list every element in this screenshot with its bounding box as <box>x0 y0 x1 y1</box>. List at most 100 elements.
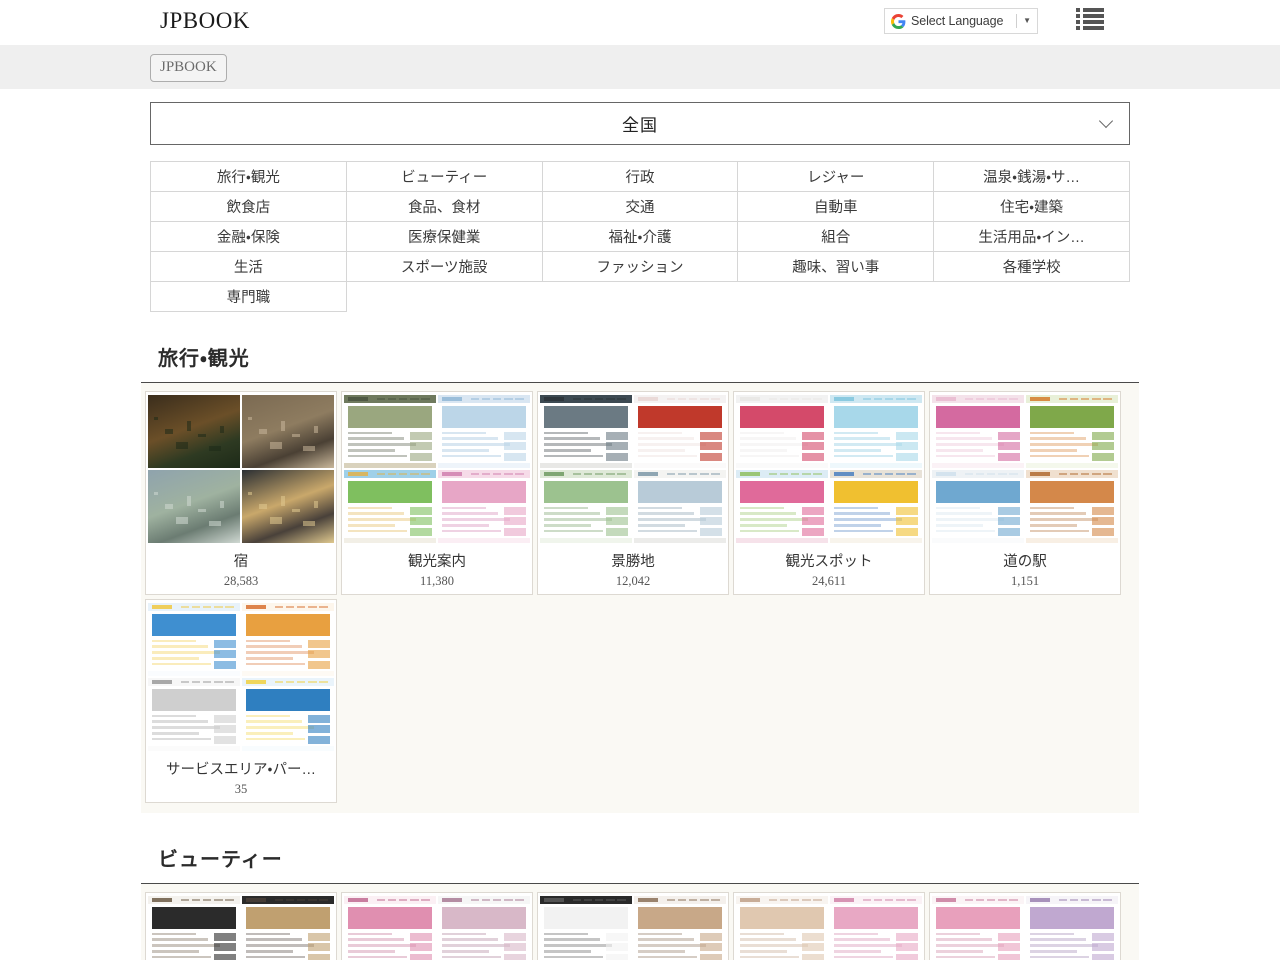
category-cell[interactable]: 交通 <box>542 192 738 222</box>
region-select-wrap: 全国 <box>0 89 1280 145</box>
category-cell[interactable]: ファッション <box>542 252 738 282</box>
site-screenshot-tile <box>830 470 922 543</box>
list-icon-row <box>1076 20 1104 24</box>
list-icon-row <box>1076 8 1104 12</box>
table-row: 専門職 <box>151 282 1130 312</box>
category-cell[interactable]: 医療保健業 <box>346 222 542 252</box>
category-cell[interactable]: 旅行・観光 <box>151 162 347 192</box>
thumbnail-tile <box>438 395 530 468</box>
category-card[interactable] <box>537 892 729 960</box>
card-thumbnail <box>148 395 334 543</box>
card-thumbnail <box>736 896 922 960</box>
card-label: 観光案内 <box>408 550 466 571</box>
site-screenshot-tile <box>736 470 828 543</box>
category-cell[interactable]: 自動車 <box>738 192 934 222</box>
thumbnail-tile <box>1026 896 1118 960</box>
table-row: 飲食店 食品、食材 交通 自動車 住宅・建築 <box>151 192 1130 222</box>
category-table-body: 旅行・観光 ビューティー 行政 レジャー 温泉・銭湯・サ… 飲食店 食品、食材 … <box>151 162 1130 312</box>
category-cell[interactable]: 組合 <box>738 222 934 252</box>
category-cell[interactable]: ビューティー <box>346 162 542 192</box>
thumbnail-tile <box>634 896 726 960</box>
card-thumbnail <box>932 395 1118 543</box>
thumbnail-tile <box>438 470 530 543</box>
category-cell[interactable]: 金融・保険 <box>151 222 347 252</box>
thumbnail-tile <box>242 896 334 960</box>
thumbnail-tile <box>736 896 828 960</box>
thumbnail-tile <box>438 896 530 960</box>
translate-label: Select Language <box>911 14 1003 28</box>
thumbnail-tile <box>242 470 334 543</box>
category-cell[interactable]: 住宅・建築 <box>934 192 1130 222</box>
site-screenshot-tile <box>242 603 334 676</box>
table-row: 金融・保険 医療保健業 福祉・介護 組合 生活用品・イン… <box>151 222 1130 252</box>
site-screenshot-tile <box>736 395 828 468</box>
thumbnail-tile <box>736 395 828 468</box>
breadcrumb-item-jpbook[interactable]: JPBOOK <box>150 54 227 82</box>
site-screenshot-tile <box>932 395 1024 468</box>
category-cell[interactable]: 温泉・銭湯・サ… <box>934 162 1130 192</box>
photo-tile <box>148 395 240 468</box>
page-root: JPBOOK Select Language ▼ JPBOOK <box>0 0 1280 960</box>
category-cell[interactable]: スポーツ施設 <box>346 252 542 282</box>
thumbnail-tile <box>540 395 632 468</box>
card-label: サービスエリア・パー… <box>166 758 316 779</box>
site-screenshot-tile <box>438 896 530 960</box>
site-screenshot-tile <box>344 896 436 960</box>
category-card[interactable]: 観光案内11,380 <box>341 391 533 595</box>
table-row: 旅行・観光 ビューティー 行政 レジャー 温泉・銭湯・サ… <box>151 162 1130 192</box>
card-label: 道の駅 <box>1003 550 1047 571</box>
google-translate-widget[interactable]: Select Language ▼ <box>884 8 1038 34</box>
category-table: 旅行・観光 ビューティー 行政 レジャー 温泉・銭湯・サ… 飲食店 食品、食材 … <box>150 161 1130 312</box>
site-brand[interactable]: JPBOOK <box>160 7 250 35</box>
category-cell[interactable]: 飲食店 <box>151 192 347 222</box>
chevron-down-icon[interactable]: ▼ <box>1023 17 1033 25</box>
site-screenshot-tile <box>540 395 632 468</box>
category-card[interactable] <box>341 892 533 960</box>
thumbnail-tile <box>932 896 1024 960</box>
category-card[interactable] <box>929 892 1121 960</box>
category-cell[interactable]: 行政 <box>542 162 738 192</box>
site-screenshot-tile <box>1026 395 1118 468</box>
thumbnail-tile <box>736 470 828 543</box>
translate-separator <box>1016 14 1017 28</box>
thumbnail-tile <box>1026 470 1118 543</box>
thumbnail-tile <box>830 395 922 468</box>
category-cell[interactable]: 生活 <box>151 252 347 282</box>
card-thumbnail <box>540 896 726 960</box>
category-cell[interactable]: 専門職 <box>151 282 347 312</box>
card-grid <box>141 884 1139 960</box>
card-thumbnail <box>148 896 334 960</box>
category-card[interactable] <box>145 892 337 960</box>
section-title: 旅行・観光 <box>140 312 1140 382</box>
site-screenshot-tile <box>148 896 240 960</box>
breadcrumb-bar: JPBOOK <box>0 45 1280 89</box>
category-card[interactable]: 景勝地12,042 <box>537 391 729 595</box>
category-cell-empty <box>738 282 934 312</box>
card-thumbnail <box>148 603 334 751</box>
card-label: 宿 <box>234 550 249 571</box>
category-card[interactable]: サービスエリア・パー…35 <box>145 599 337 803</box>
category-cell[interactable]: レジャー <box>738 162 934 192</box>
category-cell[interactable]: 福祉・介護 <box>542 222 738 252</box>
category-card[interactable]: 宿28,583 <box>145 391 337 595</box>
category-card[interactable]: 道の駅1,151 <box>929 391 1121 595</box>
category-card[interactable]: 観光スポット24,611 <box>733 391 925 595</box>
site-screenshot-tile <box>242 896 334 960</box>
site-screenshot-tile <box>736 896 828 960</box>
category-cell[interactable]: 趣味、習い事 <box>738 252 934 282</box>
thumbnail-tile <box>540 896 632 960</box>
category-card[interactable] <box>733 892 925 960</box>
site-screenshot-tile <box>148 603 240 676</box>
site-screenshot-tile <box>1026 470 1118 543</box>
category-cell[interactable]: 食品、食材 <box>346 192 542 222</box>
category-cell[interactable]: 各種学校 <box>934 252 1130 282</box>
thumbnail-tile <box>148 896 240 960</box>
region-select[interactable]: 全国 <box>150 102 1130 145</box>
google-g-icon <box>891 14 906 29</box>
site-screenshot-tile <box>830 395 922 468</box>
card-thumbnail <box>932 896 1118 960</box>
card-thumbnail <box>736 395 922 543</box>
list-menu-icon[interactable] <box>1076 6 1104 32</box>
category-cell[interactable]: 生活用品・イン… <box>934 222 1130 252</box>
site-screenshot-tile <box>932 470 1024 543</box>
